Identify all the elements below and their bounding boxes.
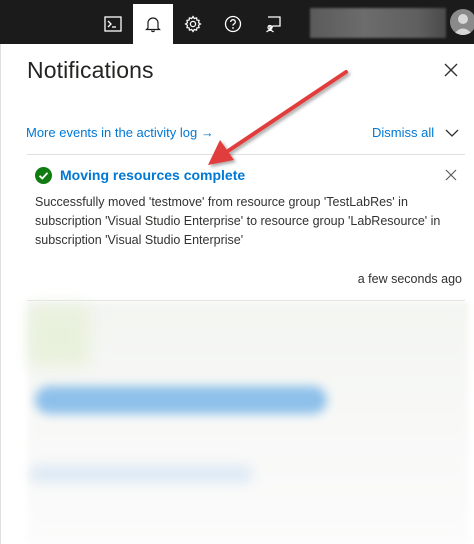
- settings-button[interactable]: [173, 4, 213, 44]
- success-check-icon: [35, 167, 52, 184]
- divider: [27, 300, 465, 301]
- close-icon: [444, 63, 458, 77]
- avatar[interactable]: [450, 9, 474, 35]
- activity-log-link[interactable]: More events in the activity log →: [26, 125, 214, 140]
- dismiss-notification-icon[interactable]: [444, 168, 458, 182]
- notification-body: Successfully moved 'testmove' from resou…: [35, 195, 441, 247]
- gear-icon: [184, 15, 202, 33]
- blurred-region: [35, 386, 327, 414]
- activity-log-link-label: More events in the activity log: [26, 125, 198, 140]
- top-bar: [0, 0, 474, 44]
- notifications-button[interactable]: [133, 4, 173, 44]
- cloud-shell-button[interactable]: [93, 4, 133, 44]
- panel-title: Notifications: [27, 57, 154, 83]
- bell-icon: [145, 17, 161, 33]
- close-panel-button[interactable]: [441, 60, 461, 80]
- divider: [27, 154, 465, 155]
- help-icon: [224, 15, 242, 33]
- chevron-down-icon[interactable]: [444, 127, 460, 139]
- feedback-icon: [266, 16, 281, 33]
- account-info[interactable]: [310, 8, 446, 38]
- feedback-button[interactable]: [253, 4, 293, 44]
- notification-title[interactable]: Moving resources complete: [60, 167, 245, 183]
- dismiss-all-button[interactable]: Dismiss all: [372, 125, 434, 140]
- blurred-notification: [28, 302, 468, 542]
- arrow-right-icon: →: [200, 125, 214, 140]
- user-icon: [453, 14, 473, 35]
- notification-time: a few seconds ago: [357, 272, 462, 286]
- blurred-region: [31, 466, 251, 482]
- notifications-panel: Notifications More events in the activit…: [0, 44, 474, 544]
- cloud-shell-icon: [104, 16, 122, 32]
- help-button[interactable]: [213, 4, 253, 44]
- blurred-region: [29, 306, 89, 366]
